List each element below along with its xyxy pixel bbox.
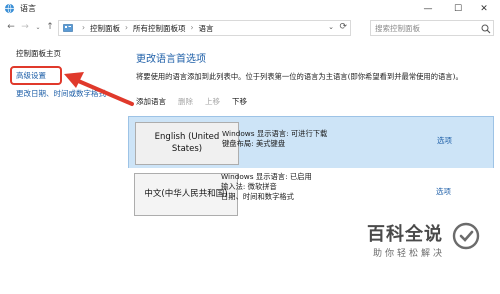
recent-locations-chevron-icon[interactable]: ⌄	[32, 21, 44, 33]
breadcrumb-separator: ›	[82, 23, 85, 32]
watermark-text: 百科全说	[367, 224, 443, 245]
up-arrow-icon[interactable]: ↑	[44, 21, 56, 33]
search-input[interactable]: 搜索控制面板	[370, 20, 494, 36]
refresh-icon[interactable]: ⟳	[339, 22, 347, 32]
language-input-method: 输入法: 微软拼音	[221, 182, 277, 192]
language-options-link[interactable]: 选项	[437, 135, 452, 146]
language-row-chinese[interactable]: 中文(中华人民共和国) Windows 显示语言: 已启用 输入法: 微软拼音 …	[128, 168, 494, 222]
language-options-link[interactable]: 选项	[436, 186, 451, 197]
language-globe-icon	[4, 3, 15, 14]
title-bar: 语言 — ☐ ✕	[0, 0, 500, 17]
search-placeholder: 搜索控制面板	[375, 24, 420, 33]
add-language-button[interactable]: 添加语言	[136, 96, 166, 107]
language-info: Windows 显示语言: 可进行下载 键盘布局: 美式键盘	[222, 129, 327, 149]
move-up-button[interactable]: 上移	[205, 96, 220, 107]
navigation-bar: ← → ⌄ ↑ › 控制面板 › 所有控制面板项 › 语言 ⌄ ⟳ 搜索控制面板	[0, 17, 500, 39]
maximize-button[interactable]: ☐	[446, 0, 470, 17]
language-keyboard-layout: 键盘布局: 美式键盘	[222, 139, 286, 149]
language-format-note: 日期、时间和数字格式	[221, 192, 294, 202]
language-row-english[interactable]: English (United States) Windows 显示语言: 可进…	[128, 116, 494, 170]
page-title: 更改语言首选项	[136, 54, 206, 65]
watermark-subtext: 助你轻松解决	[373, 249, 446, 259]
forward-arrow-icon[interactable]: →	[19, 21, 31, 33]
language-display-status: Windows 显示语言: 可进行下载	[222, 129, 328, 138]
back-arrow-icon[interactable]: ←	[5, 21, 17, 33]
language-info: Windows 显示语言: 已启用 输入法: 微软拼音 日期、时间和数字格式	[221, 172, 312, 203]
watermark-logo-icon	[452, 222, 480, 250]
language-display-status: Windows 显示语言: 已启用	[221, 172, 312, 181]
control-panel-icon	[63, 24, 73, 32]
breadcrumb-control-panel[interactable]: 控制面板	[90, 23, 120, 34]
search-icon[interactable]	[481, 24, 491, 34]
address-dropdown-chevron-icon[interactable]: ⌄	[328, 23, 334, 31]
breadcrumb-language[interactable]: 语言	[199, 23, 214, 34]
breadcrumb: › 控制面板 › 所有控制面板项 › 语言	[77, 23, 214, 34]
language-toolbar: 添加语言 删除 上移 下移	[136, 96, 247, 107]
breadcrumb-separator: ›	[125, 23, 128, 32]
breadcrumb-separator: ›	[190, 23, 194, 32]
address-bar[interactable]: › 控制面板 › 所有控制面板项 › 语言 ⌄ ⟳	[58, 20, 351, 36]
close-button[interactable]: ✕	[472, 0, 496, 17]
breadcrumb-all-items[interactable]: 所有控制面板项	[133, 23, 186, 34]
window-title: 语言	[20, 4, 36, 13]
move-down-button[interactable]: 下移	[232, 96, 247, 107]
page-description: 将要使用的语言添加到此列表中。位于列表第一位的语言为主语言(即你希望看到并最常使…	[136, 72, 463, 81]
remove-button[interactable]: 删除	[178, 96, 193, 107]
sidebar-item-control-panel-home[interactable]: 控制面板主页	[16, 48, 61, 59]
minimize-button[interactable]: —	[416, 0, 440, 17]
